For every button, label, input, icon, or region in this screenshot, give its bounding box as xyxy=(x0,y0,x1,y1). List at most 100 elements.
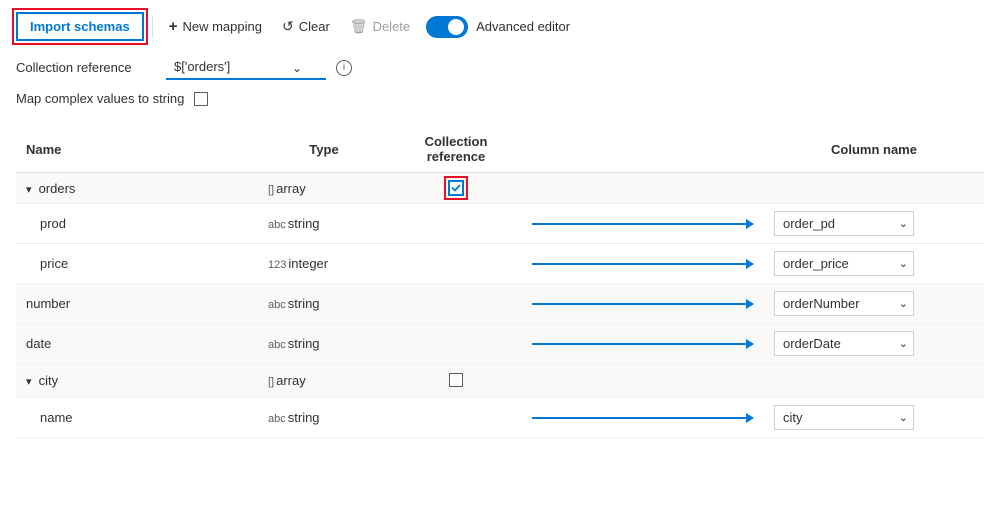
advanced-editor-label: Advanced editor xyxy=(476,19,570,34)
row-name-text: city xyxy=(39,373,59,388)
row-name-text: price xyxy=(40,256,68,271)
col-header-arrow xyxy=(522,126,764,173)
mapping-arrow xyxy=(532,259,754,269)
new-mapping-button[interactable]: + New mapping xyxy=(161,13,270,40)
col-header-collection-ref: Collectionreference xyxy=(390,126,522,173)
mapping-arrow xyxy=(532,299,754,309)
type-text: string xyxy=(288,216,320,231)
expand-icon[interactable]: ▾ xyxy=(26,184,35,196)
table-row: number abcstring orderNumber⌄ xyxy=(16,284,984,324)
new-mapping-label: New mapping xyxy=(182,19,262,34)
cell-name: prod xyxy=(16,204,258,244)
cell-collection-ref xyxy=(390,284,522,324)
cell-collection-ref xyxy=(390,398,522,438)
cell-collection-ref xyxy=(390,204,522,244)
mapping-arrow xyxy=(532,339,754,349)
column-name-select[interactable]: city xyxy=(774,405,914,430)
cell-collection-ref xyxy=(390,324,522,364)
clear-button[interactable]: ↺ Clear xyxy=(274,13,338,40)
table-row: date abcstring orderDate⌄ xyxy=(16,324,984,364)
cell-type: []array xyxy=(258,173,390,204)
cell-name: price xyxy=(16,244,258,284)
cell-arrow xyxy=(522,364,764,398)
type-text: string xyxy=(288,296,320,311)
cell-collection-ref xyxy=(390,244,522,284)
mapping-arrow xyxy=(532,413,754,423)
type-text: array xyxy=(276,181,306,196)
cell-column-name: order_price⌄ xyxy=(764,244,984,284)
complex-values-checkbox[interactable] xyxy=(194,92,208,106)
column-name-select[interactable]: orderDate xyxy=(774,331,914,356)
delete-label: Delete xyxy=(373,19,411,34)
cell-type: abcstring xyxy=(258,398,390,438)
cell-column-name: order_pd⌄ xyxy=(764,204,984,244)
toolbar-separator xyxy=(152,16,153,38)
collection-reference-row: Collection reference $['orders']$['produ… xyxy=(16,55,984,80)
table-row: ▾ city[]array xyxy=(16,364,984,398)
expand-icon[interactable]: ▾ xyxy=(26,376,35,388)
cell-arrow xyxy=(522,398,764,438)
table-row: ▾ orders[]array xyxy=(16,173,984,204)
cell-type: 123integer xyxy=(258,244,390,284)
col-header-type: Type xyxy=(258,126,390,173)
cell-name: ▾ orders xyxy=(16,173,258,204)
row-name-text: name xyxy=(40,410,73,425)
type-badge: abc xyxy=(268,219,286,231)
type-text: array xyxy=(276,373,306,388)
column-name-select-wrap: order_price⌄ xyxy=(774,251,914,276)
advanced-editor-toggle[interactable] xyxy=(426,16,468,38)
cell-column-name xyxy=(764,364,984,398)
column-name-select-wrap: orderNumber⌄ xyxy=(774,291,914,316)
row-name-text: date xyxy=(26,336,51,351)
type-badge: [] xyxy=(268,184,274,196)
row-name-text: orders xyxy=(39,181,76,196)
cell-type: abcstring xyxy=(258,284,390,324)
cell-arrow xyxy=(522,204,764,244)
cell-arrow xyxy=(522,244,764,284)
type-text: string xyxy=(288,336,320,351)
row-name-text: number xyxy=(26,296,70,311)
row-name-text: prod xyxy=(40,216,66,231)
cell-type: abcstring xyxy=(258,324,390,364)
column-name-select-wrap: order_pd⌄ xyxy=(774,211,914,236)
cell-name: date xyxy=(16,324,258,364)
type-badge: [] xyxy=(268,376,274,388)
toggle-slider xyxy=(426,16,468,38)
collection-ref-select-wrap: $['orders']$['products']$['customers'] ⌄ xyxy=(166,55,326,80)
column-name-select-wrap: city⌄ xyxy=(774,405,914,430)
complex-values-row: Map complex values to string xyxy=(16,90,984,108)
advanced-editor-toggle-wrap: Advanced editor xyxy=(426,16,570,38)
column-name-select-wrap: orderDate⌄ xyxy=(774,331,914,356)
collection-ref-checkbox-checked[interactable] xyxy=(448,180,464,196)
mapping-arrow xyxy=(532,219,754,229)
delete-button[interactable]: 🗑 Delete xyxy=(342,13,418,40)
cell-collection-ref xyxy=(390,173,522,204)
import-schemas-button[interactable]: Import schemas xyxy=(16,12,144,41)
cell-column-name: orderNumber⌄ xyxy=(764,284,984,324)
col-header-name: Name xyxy=(16,126,258,173)
table-row: price 123integer order_price⌄ xyxy=(16,244,984,284)
collection-ref-checkbox[interactable] xyxy=(449,373,463,387)
cell-column-name: orderDate⌄ xyxy=(764,324,984,364)
collection-ref-info-icon[interactable]: i xyxy=(336,60,352,76)
toolbar: Import schemas + New mapping ↺ Clear 🗑 D… xyxy=(16,12,984,41)
cell-type: []array xyxy=(258,364,390,398)
column-name-select[interactable]: order_pd xyxy=(774,211,914,236)
cell-type: abcstring xyxy=(258,204,390,244)
column-name-select[interactable]: orderNumber xyxy=(774,291,914,316)
col-header-column-name: Column name xyxy=(764,126,984,173)
cell-name: name xyxy=(16,398,258,438)
cell-arrow xyxy=(522,173,764,204)
column-name-select[interactable]: order_price xyxy=(774,251,914,276)
cell-name: ▾ city xyxy=(16,364,258,398)
type-badge: abc xyxy=(268,339,286,351)
type-badge: abc xyxy=(268,299,286,311)
type-text: string xyxy=(288,410,320,425)
collection-ref-label: Collection reference xyxy=(16,60,156,75)
collection-ref-select[interactable]: $['orders']$['products']$['customers'] xyxy=(166,55,326,80)
mapping-table: Name Type Collectionreference Column nam… xyxy=(16,126,984,438)
table-row: name abcstring city⌄ xyxy=(16,398,984,438)
type-text: integer xyxy=(288,256,328,271)
cell-arrow xyxy=(522,284,764,324)
type-badge: abc xyxy=(268,413,286,425)
